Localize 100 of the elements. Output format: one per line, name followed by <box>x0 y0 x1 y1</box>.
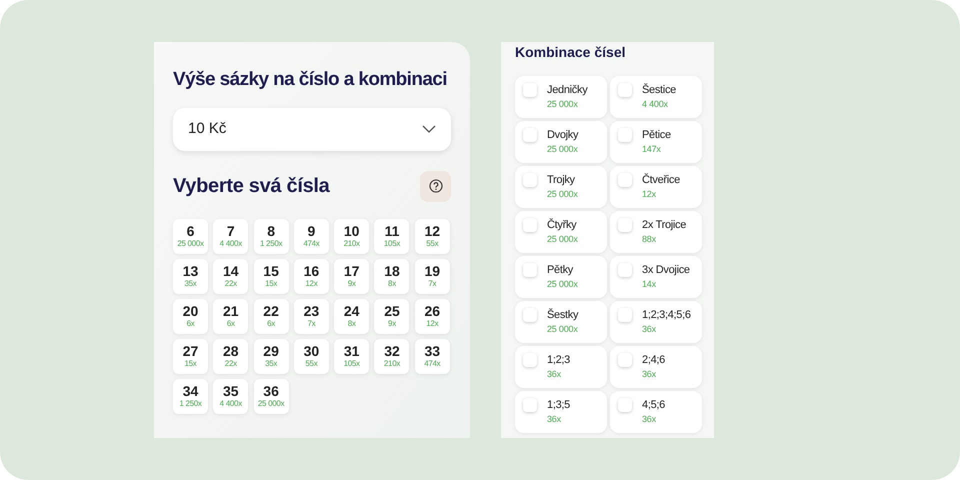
combination-card[interactable]: 1;2;3;4;5;6 36x <box>610 301 702 343</box>
number-tile[interactable]: 24 8x <box>334 298 370 334</box>
number-tile[interactable]: 17 9x <box>334 258 370 294</box>
number-tile[interactable]: 12 55x <box>414 218 450 254</box>
number-tile[interactable]: 21 6x <box>213 298 248 334</box>
number-tile[interactable]: 18 8x <box>374 258 410 294</box>
odds-label: 15x <box>184 359 196 369</box>
checkbox[interactable] <box>523 398 537 412</box>
odds-label: 9x <box>388 319 396 329</box>
number-tile[interactable]: 33 474x <box>414 338 450 374</box>
number-label: 31 <box>344 343 360 359</box>
combination-card[interactable]: 2x Trojice 88x <box>610 211 702 253</box>
combination-card[interactable]: Pětice 147x <box>610 121 702 163</box>
number-tile[interactable]: 9 474x <box>294 218 329 254</box>
checkbox[interactable] <box>618 128 632 142</box>
section-title: Kombinace čísel <box>515 43 626 61</box>
number-label: 19 <box>424 263 440 279</box>
combination-card[interactable]: Trojky 25 000x <box>515 166 607 208</box>
combination-label: Jedničky <box>547 83 588 97</box>
odds-label: 25 000x <box>547 143 578 156</box>
amount-value: 10 Kč <box>188 118 226 139</box>
number-label: 25 <box>384 303 400 319</box>
odds-label: 105x <box>384 239 400 249</box>
combination-card[interactable]: Pětky 25 000x <box>515 256 607 298</box>
checkbox[interactable] <box>618 218 632 232</box>
number-label: 32 <box>384 343 400 359</box>
number-tile[interactable]: 14 22x <box>213 258 248 294</box>
number-tile[interactable]: 28 22x <box>213 338 248 374</box>
number-label: 35 <box>223 383 239 399</box>
number-tile[interactable]: 6 25 000x <box>173 218 208 254</box>
number-tile[interactable]: 29 35x <box>254 338 289 374</box>
number-tile[interactable]: 13 35x <box>173 258 208 294</box>
odds-label: 25 000x <box>547 278 578 291</box>
checkbox[interactable] <box>618 308 632 322</box>
checkbox[interactable] <box>523 218 537 232</box>
checkbox[interactable] <box>523 353 537 367</box>
checkbox[interactable] <box>523 173 537 187</box>
number-tile[interactable]: 20 6x <box>173 298 208 334</box>
number-tile[interactable]: 32 210x <box>374 338 410 374</box>
number-label: 28 <box>223 343 239 359</box>
combination-card[interactable]: 3x Dvojice 14x <box>610 256 702 298</box>
number-tile[interactable]: 34 1 250x <box>173 378 208 414</box>
odds-label: 147x <box>642 143 662 156</box>
number-label: 21 <box>223 303 239 319</box>
checkbox[interactable] <box>618 263 632 277</box>
number-tile[interactable]: 36 25 000x <box>254 378 289 414</box>
combination-card[interactable]: 2;4;6 36x <box>610 346 702 388</box>
number-label: 15 <box>263 263 279 279</box>
number-tile[interactable]: 26 12x <box>414 298 450 334</box>
number-tile[interactable]: 19 7x <box>414 258 450 294</box>
number-tile[interactable]: 23 7x <box>294 298 329 334</box>
number-label: 18 <box>384 263 400 279</box>
combination-card[interactable]: 1;2;3 36x <box>515 346 607 388</box>
checkbox[interactable] <box>618 398 632 412</box>
number-tile[interactable]: 22 6x <box>254 298 289 334</box>
number-label: 34 <box>182 383 198 399</box>
combination-card[interactable]: Šestice 4 400x <box>610 76 702 118</box>
checkbox[interactable] <box>523 263 537 277</box>
number-tile[interactable]: 27 15x <box>173 338 208 374</box>
combination-card[interactable]: Šestky 25 000x <box>515 301 607 343</box>
combination-label: 4;5;6 <box>642 398 665 412</box>
checkbox[interactable] <box>618 173 632 187</box>
odds-label: 7x <box>428 279 436 289</box>
checkbox[interactable] <box>618 83 632 97</box>
number-label: 9 <box>307 223 316 239</box>
combination-label: Trojky <box>547 173 576 187</box>
number-label: 30 <box>304 343 320 359</box>
number-tile[interactable]: 8 1 250x <box>254 218 289 254</box>
help-button[interactable] <box>420 170 451 202</box>
combination-card[interactable]: Dvojky 25 000x <box>515 121 607 163</box>
amount-select[interactable]: 10 Kč <box>173 108 451 150</box>
number-tile[interactable]: 11 105x <box>374 218 410 254</box>
combination-card[interactable]: 4;5;6 36x <box>610 391 702 433</box>
number-label: 26 <box>424 303 440 319</box>
checkbox[interactable] <box>523 308 537 322</box>
number-tile[interactable]: 7 4 400x <box>213 218 248 254</box>
odds-label: 35x <box>265 359 278 369</box>
combination-label: 2;4;6 <box>642 353 665 367</box>
number-tile[interactable]: 15 15x <box>254 258 289 294</box>
odds-label: 1 250x <box>179 399 202 409</box>
odds-label: 4 400x <box>220 399 242 409</box>
number-tile[interactable]: 25 9x <box>374 298 410 334</box>
checkbox[interactable] <box>523 83 537 97</box>
number-tile[interactable]: 31 105x <box>334 338 370 374</box>
odds-label: 36x <box>642 323 657 336</box>
chevron-down-icon <box>422 125 436 133</box>
number-tile[interactable]: 35 4 400x <box>213 378 248 414</box>
odds-label: 15x <box>265 279 278 289</box>
number-label: 14 <box>223 263 239 279</box>
combination-card[interactable]: 1;3;5 36x <box>515 391 607 433</box>
number-tile[interactable]: 16 12x <box>294 258 329 294</box>
odds-label: 88x <box>642 233 657 246</box>
number-tile[interactable]: 30 55x <box>294 338 329 374</box>
number-tile[interactable]: 10 210x <box>334 218 370 254</box>
combination-card[interactable]: Čtyřky 25 000x <box>515 211 607 253</box>
combination-card[interactable]: Čtveřice 12x <box>610 166 702 208</box>
odds-label: 6x <box>226 319 235 329</box>
combination-card[interactable]: Jedničky 25 000x <box>515 76 607 118</box>
checkbox[interactable] <box>523 128 537 142</box>
checkbox[interactable] <box>618 353 632 367</box>
